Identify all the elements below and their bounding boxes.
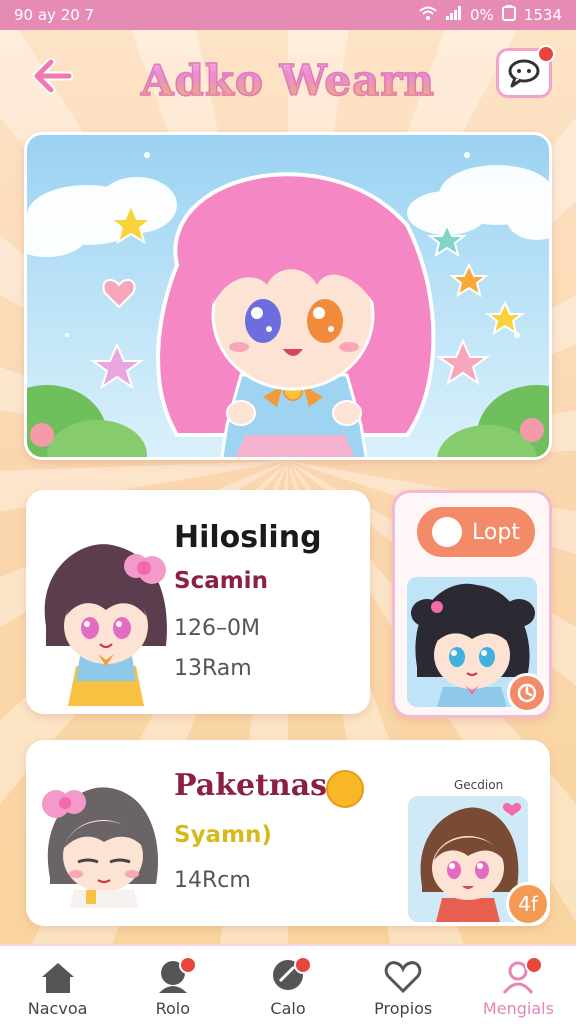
app-title: Adko Wearn [140,55,436,106]
tab-propios-label: Propios [374,999,433,1018]
hand-icon [432,517,463,547]
character-avatar-1 [44,544,167,706]
card-1-subtitle: Scamin [174,568,268,594]
card-2-title: Paketnas [174,768,328,803]
chat-bubble-icon [508,59,540,88]
tab-propios[interactable]: Propios [346,946,461,1024]
card-2-caption: Gecdion [454,778,504,792]
clock-icon [517,683,537,703]
arrow-left-icon [33,58,73,94]
status-time: 1534 [523,6,562,24]
tab-rolo-label: Rolo [155,999,191,1018]
tab-rolo-badge [179,956,198,974]
header: Adko Wearn [0,40,576,120]
orange-fruit-icon [326,770,364,808]
wifi-icon [418,5,438,25]
corner-badge[interactable]: 4f [506,882,550,926]
hero-banner[interactable] [24,132,552,460]
tab-bar: Nacvoa Rolo Calo Propios Mengials [0,944,576,1024]
tab-calo-badge [294,956,313,974]
status-bar: 90 ay 20 7 0% 1534 [0,0,576,30]
side-card[interactable]: Lopt [392,490,552,718]
notification-badge [537,45,555,63]
character-avatar-2 [42,787,159,908]
tab-calo-label: Calo [270,999,306,1018]
tab-mengials-label: Mengials [482,999,554,1018]
home-icon [41,963,74,993]
character-card-1[interactable]: Hilosling Scamin 126–0M 13Ram [26,490,370,714]
card-2-subtitle: Syamn) [174,822,272,848]
tab-home[interactable]: Nacvoa [0,946,115,1024]
card-1-line1: 126–0M [174,616,260,641]
tab-mengials[interactable]: Mengials [461,946,576,1024]
tab-calo[interactable]: Calo [230,946,345,1024]
heart-icon [384,961,422,994]
card-1-line2: 13Ram [174,656,252,681]
battery-icon [501,5,516,25]
tab-mengials-badge [524,956,543,974]
signal-icon [446,6,462,24]
chat-button[interactable] [496,45,555,98]
lopt-button[interactable]: Lopt [417,507,535,557]
status-left-text: 90 ay 20 7 [14,6,95,24]
timer-button[interactable] [507,673,547,713]
character-card-2[interactable]: Paketnas Syamn) 14Rcm Gecdion 4f [26,740,550,926]
tab-rolo[interactable]: Rolo [115,946,230,1024]
hero-illustration [27,152,549,457]
lopt-label: Lopt [472,519,520,545]
status-right: 0% 1534 [418,5,562,25]
tab-home-label: Nacvoa [27,999,88,1018]
card-2-line1: 14Rcm [174,868,251,893]
battery-percent: 0% [470,6,494,24]
back-button[interactable] [28,54,78,98]
card-1-title: Hilosling [174,520,322,555]
corner-badge-label: 4f [518,892,538,916]
